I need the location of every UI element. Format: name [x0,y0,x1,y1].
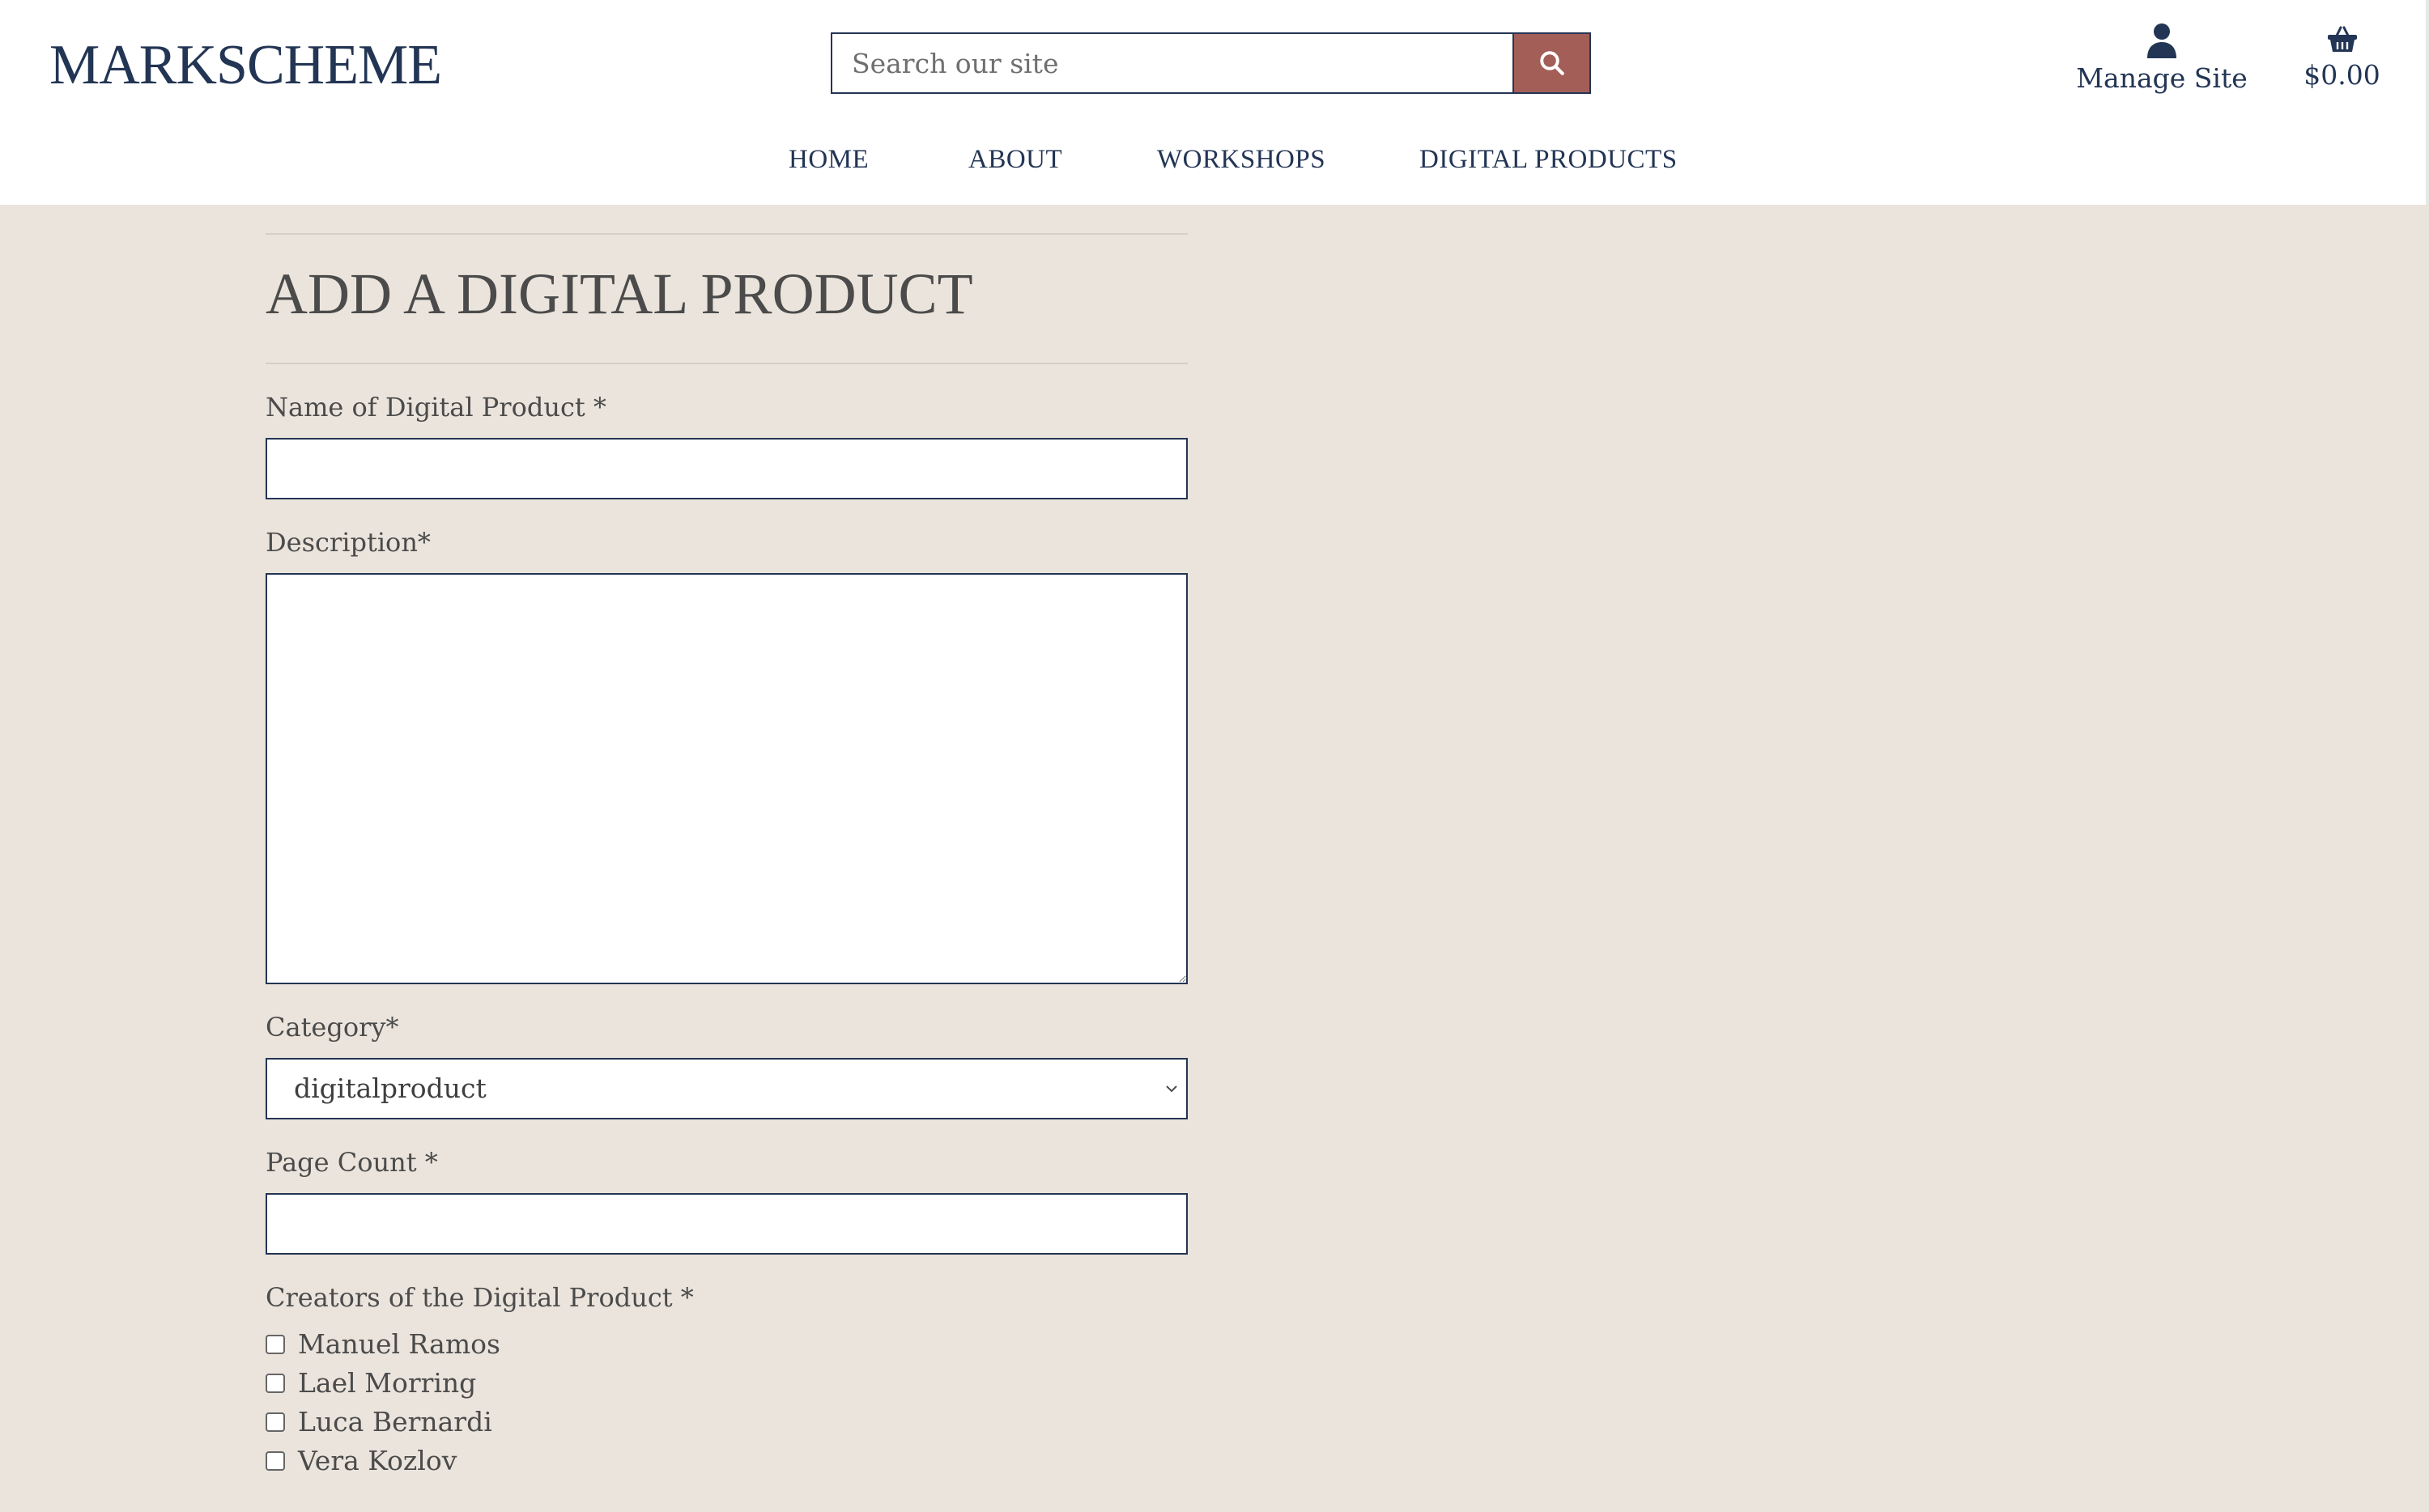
creator-checkbox[interactable] [266,1374,285,1393]
add-digital-product-form: ADD A DIGITAL PRODUCT Name of Digital Pr… [266,233,1188,1480]
main-nav: HOME ABOUT WORKSHOPS DIGITAL PRODUCTS [0,139,2426,180]
creator-option: Vera Kozlov [266,1442,1188,1480]
creator-option: Lael Morring [266,1364,1188,1403]
manage-site-link[interactable]: Manage Site [2073,23,2251,97]
nav-item-home[interactable]: HOME [789,139,869,180]
creator-name[interactable]: Vera Kozlov [298,1442,457,1480]
basket-total: $0.00 [2304,59,2380,91]
chevron-down-icon [1163,1081,1180,1100]
creator-name[interactable]: Lael Morring [298,1364,476,1403]
creator-checkbox[interactable] [266,1412,285,1432]
user-icon [2073,23,2251,58]
category-selected-value: digitalproduct [294,1072,487,1104]
search-bar [831,32,1591,94]
description-label: Description* [266,527,431,558]
nav-item-about[interactable]: ABOUT [968,139,1062,180]
creator-option: Luca Bernardi [266,1403,1188,1442]
basket-icon [2291,26,2393,53]
creator-checkbox[interactable] [266,1451,285,1471]
search-input[interactable] [831,32,1512,94]
category-label: Category* [266,1012,399,1043]
search-icon [1514,49,1589,78]
page-count-label: Page Count * [266,1147,438,1178]
name-label: Name of Digital Product * [266,392,606,423]
nav-item-workshops[interactable]: WORKSHOPS [1157,139,1325,180]
site-header: MARKSCHEME Manage Site [0,0,2429,205]
creator-option: Manuel Ramos [266,1325,1188,1364]
description-field[interactable] [266,573,1188,984]
creator-name[interactable]: Manuel Ramos [298,1325,500,1364]
manage-site-label: Manage Site [2076,62,2248,94]
basket-link[interactable]: $0.00 [2291,26,2393,94]
name-field[interactable] [266,438,1188,499]
search-button[interactable] [1512,32,1591,94]
site-logo[interactable]: MARKSCHEME [49,29,442,102]
page-title: ADD A DIGITAL PRODUCT [266,261,973,326]
nav-item-digital-products[interactable]: DIGITAL PRODUCTS [1419,139,1678,180]
creator-name[interactable]: Luca Bernardi [298,1403,492,1442]
creator-checkbox[interactable] [266,1335,285,1354]
category-select[interactable]: digitalproduct [266,1058,1188,1119]
creators-label: Creators of the Digital Product * [266,1282,694,1313]
page-count-field[interactable] [266,1193,1188,1255]
